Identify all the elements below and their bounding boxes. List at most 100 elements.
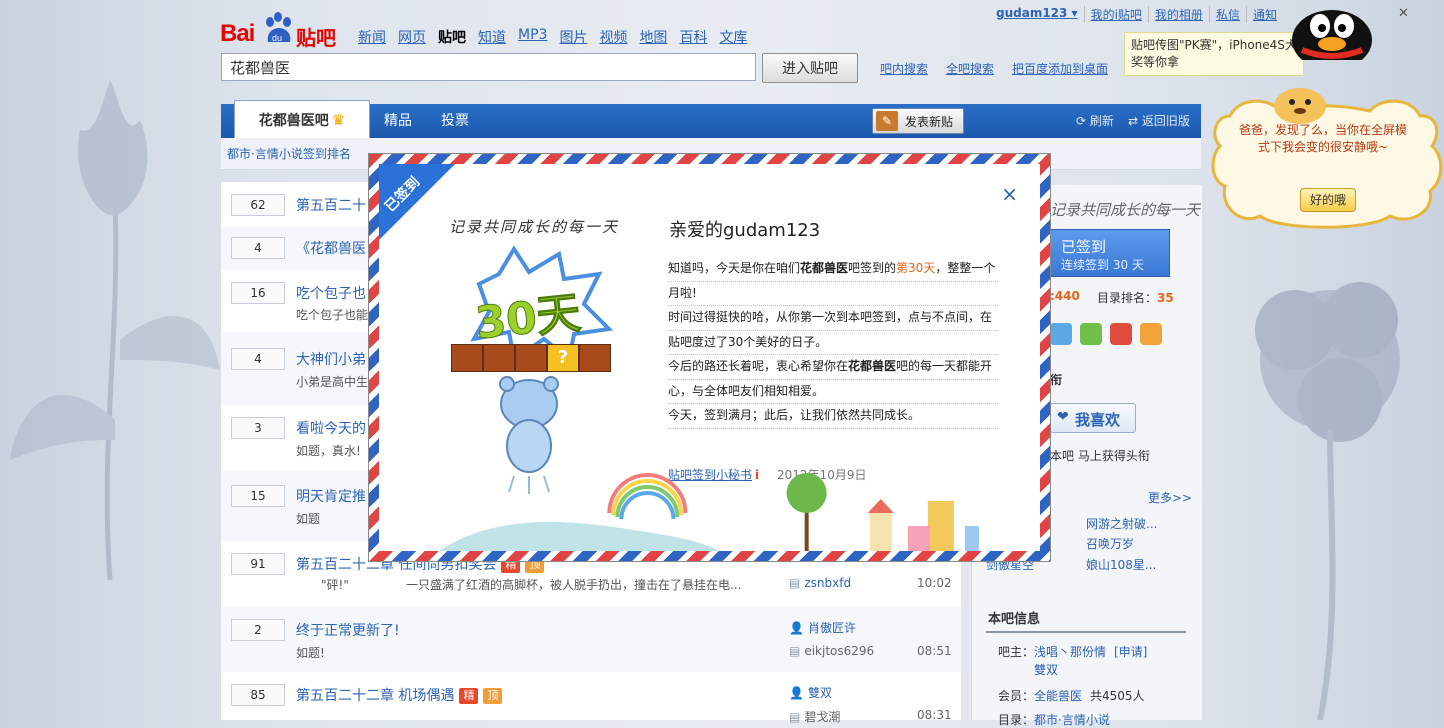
badge-icons bbox=[1050, 323, 1162, 345]
thread-time: 08:51 bbox=[917, 644, 952, 658]
in-bar-search-link[interactable]: 吧内搜索 bbox=[880, 60, 928, 77]
nav-images[interactable]: 图片 bbox=[559, 27, 587, 47]
username-menu[interactable]: gudam123 ▾ bbox=[990, 6, 1084, 23]
like-label: 我喜欢 bbox=[1075, 411, 1121, 429]
crown-icon: ♛ bbox=[331, 111, 346, 129]
refresh-link[interactable]: ⟳ 刷新 bbox=[1076, 104, 1114, 138]
table-row[interactable]: 85 第五百二十二章 机场偶遇精顶 👤 雙双 ▤ 碧戈潮 08:31 bbox=[221, 672, 961, 724]
last-replier[interactable]: ▤ 碧戈潮 bbox=[789, 708, 840, 725]
logo-tieba-text: 贴吧 bbox=[296, 26, 336, 50]
user-bar: gudam123 ▾ 我的i贴吧 我的相册 私信 通知 bbox=[990, 6, 1283, 23]
user-icon: 👤 bbox=[789, 686, 804, 700]
badge-icon[interactable] bbox=[1080, 323, 1102, 345]
reply-count: 91 bbox=[231, 553, 285, 575]
thread-title[interactable]: 第五百二十 bbox=[296, 195, 366, 215]
forum-info-title: 本吧信息 bbox=[988, 612, 1041, 627]
pet-ok-button[interactable]: 好的哦 bbox=[1300, 188, 1356, 212]
notification-link[interactable]: 通知 bbox=[1245, 6, 1283, 23]
thread-title[interactable]: 明天肯定推 bbox=[296, 486, 366, 506]
thread-title[interactable]: 看啦今天的 bbox=[296, 418, 366, 438]
sidebar-hand-title: 记录共同成长的每一天 bbox=[1050, 201, 1201, 219]
nav-mp3[interactable]: MP3 bbox=[518, 27, 547, 47]
search-input[interactable]: 花都兽医 bbox=[221, 53, 756, 81]
nav-tieba[interactable]: 贴吧 bbox=[438, 27, 466, 47]
landscape-decoration bbox=[439, 473, 979, 551]
tab-featured[interactable]: 精品 bbox=[384, 104, 412, 138]
owner-link[interactable]: 浅唱丶那份情 bbox=[1034, 643, 1106, 660]
fan-section-title: 衔 bbox=[1050, 373, 1063, 387]
thread-excerpt: 如题 bbox=[296, 512, 321, 526]
tab-vote[interactable]: 投票 bbox=[441, 104, 469, 138]
paw-icon: du bbox=[266, 12, 291, 43]
pet-message: 爸爸，发现了么，当你在全屏模式下我会变的很安静哦~ bbox=[1238, 123, 1407, 154]
tulip-decoration-left bbox=[10, 80, 220, 581]
letter-hand-title: 记录共同成长的每一天 bbox=[449, 218, 620, 236]
logo-bai-text: Bai bbox=[220, 20, 255, 47]
owner-link[interactable]: 雙双 bbox=[1034, 661, 1058, 678]
more-link[interactable]: 更多>> bbox=[1148, 489, 1192, 506]
apply-owner-link[interactable]: [申请] bbox=[1114, 643, 1147, 660]
question-block-icon: ? bbox=[547, 344, 579, 372]
nav-map[interactable]: 地图 bbox=[639, 27, 667, 47]
badge-icon[interactable] bbox=[1110, 323, 1132, 345]
old-version-link[interactable]: ⇄ 返回旧版 bbox=[1128, 104, 1190, 138]
letter-line: 知道吗，今天是你在咱们花都兽医吧签到的第30天，整整一个 bbox=[668, 257, 998, 282]
reply-count: 4 bbox=[231, 237, 285, 259]
featured-badge: 精 bbox=[459, 688, 479, 704]
related-bar-link[interactable]: 网游之射破... bbox=[1086, 515, 1157, 532]
last-replier[interactable]: ▤ eikjtos6296 bbox=[789, 644, 874, 658]
pk-tip-text: 贴吧传图"PK赛"，iPhone4S大奖等你拿 bbox=[1131, 38, 1297, 69]
table-row[interactable]: 2 终于正常更新了! 如题! 👤 肖傲匠许 ▤ eikjtos6296 08:51 bbox=[221, 607, 961, 673]
nav-baike[interactable]: 百科 bbox=[679, 27, 707, 47]
new-post-button[interactable]: ✎ 发表新贴 bbox=[872, 108, 964, 134]
baidu-tieba-logo[interactable]: Bai du 贴吧 bbox=[220, 8, 350, 50]
tab-forum-home[interactable]: 花都兽医吧 ♛ bbox=[234, 100, 370, 138]
thread-author[interactable]: ▤ zsnbxfd bbox=[789, 576, 851, 590]
owner-label: 吧主： bbox=[998, 645, 1035, 659]
thread-title[interactable]: 第五百二十二章 机场偶遇精顶 bbox=[296, 685, 503, 705]
thread-title[interactable]: 《花都兽医 bbox=[296, 238, 366, 258]
nav-video[interactable]: 视频 bbox=[599, 27, 627, 47]
qq-penguin-icon[interactable] bbox=[1282, 0, 1382, 60]
enter-tieba-button[interactable]: 进入贴吧 bbox=[762, 53, 858, 83]
thread-excerpt-text: 一只盛满了红酒的高脚杯，被人脱手扔出，撞击在了悬挂在电... bbox=[406, 578, 742, 592]
related-bar-link[interactable]: 召唤万岁 bbox=[1086, 535, 1134, 552]
heart-icon: ❤ bbox=[1057, 409, 1069, 425]
tab-forum-label: 花都兽医吧 bbox=[258, 113, 329, 129]
related-bar-link[interactable]: 娘山108星... bbox=[1086, 556, 1156, 573]
nav-news[interactable]: 新闻 bbox=[358, 27, 386, 47]
reply-count: 15 bbox=[231, 485, 285, 507]
letter-body: 已签到 × 记录共同成长的每一天 30天 ? 亲爱的gudam123 知道吗，今… bbox=[379, 164, 1040, 551]
member-title-link[interactable]: 全能兽医 bbox=[1034, 687, 1082, 704]
my-album-link[interactable]: 我的相册 bbox=[1147, 6, 1209, 23]
badge-icon[interactable] bbox=[1050, 323, 1072, 345]
reply-count: 4 bbox=[231, 348, 285, 370]
like-button[interactable]: ❤ 我喜欢 bbox=[1050, 403, 1136, 433]
badge-icon[interactable] bbox=[1140, 323, 1162, 345]
nav-zhidao[interactable]: 知道 bbox=[478, 27, 506, 47]
my-itieba-link[interactable]: 我的i贴吧 bbox=[1083, 6, 1148, 23]
directory-rank: 目录排名：35 bbox=[1097, 291, 1174, 305]
private-message-link[interactable]: 私信 bbox=[1208, 6, 1246, 23]
thread-title[interactable]: 大神们小弟 bbox=[296, 349, 366, 369]
reply-count: 3 bbox=[231, 417, 285, 439]
thread-excerpt: "砰!" bbox=[321, 578, 349, 592]
nav-web[interactable]: 网页 bbox=[398, 27, 426, 47]
thread-title[interactable]: 吃个包子也 bbox=[296, 283, 366, 303]
thread-excerpt: 如题! bbox=[296, 646, 325, 660]
letter-line: 今后的路还长着呢，衷心希望你在花都兽医吧的每一天都能开 bbox=[668, 355, 998, 380]
all-bar-search-link[interactable]: 全吧搜索 bbox=[946, 60, 994, 77]
thread-title[interactable]: 终于正常更新了! bbox=[296, 620, 400, 640]
signed-in-button[interactable]: 已签到 连续签到 30 天 bbox=[1042, 229, 1170, 277]
nav-wenku[interactable]: 文库 bbox=[719, 27, 747, 47]
close-icon[interactable]: × bbox=[1001, 184, 1018, 204]
thread-author[interactable]: 👤 肖傲匠许 bbox=[789, 619, 856, 636]
top-badge: 顶 bbox=[483, 688, 503, 704]
sign-rank: :440 bbox=[1050, 289, 1080, 303]
thread-time: 10:02 bbox=[917, 576, 952, 590]
letter-line: 今天，签到满月；此后，让我们依然共同成长。 bbox=[668, 404, 998, 429]
close-icon[interactable]: ✕ bbox=[1398, 6, 1409, 21]
thread-author[interactable]: 👤 雙双 bbox=[789, 684, 832, 701]
add-to-desktop-link[interactable]: 把百度添加到桌面 bbox=[1012, 60, 1108, 77]
days-count: 30天 bbox=[473, 287, 584, 350]
